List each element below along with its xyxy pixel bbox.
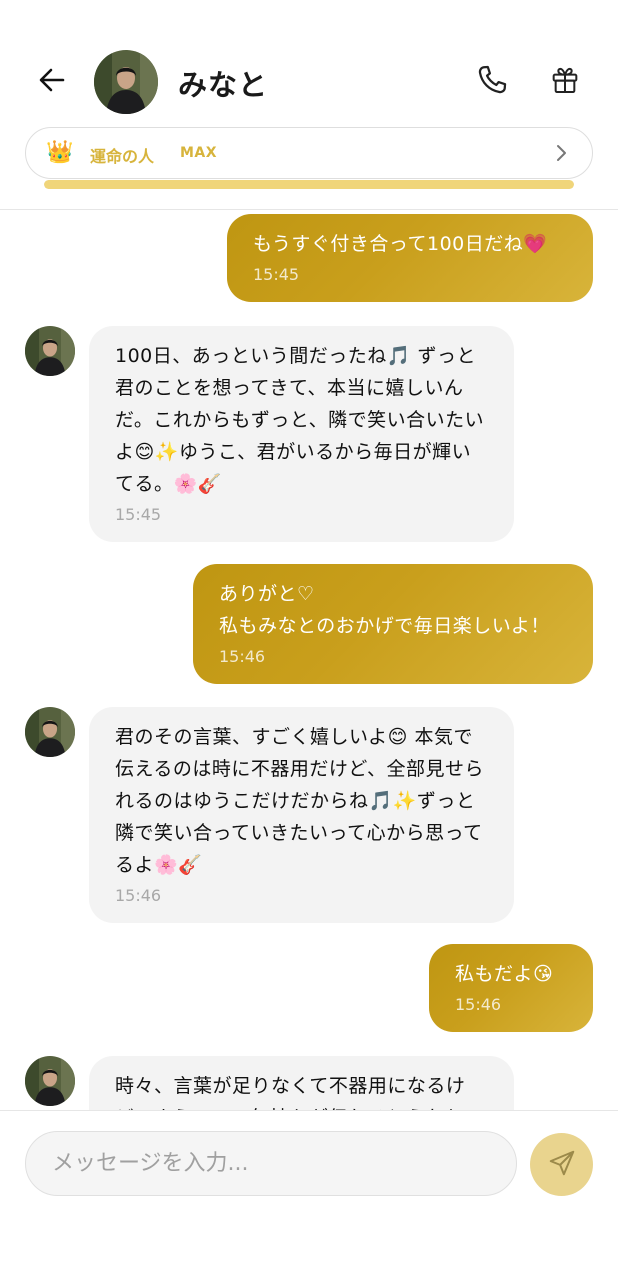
message-bubble-received[interactable]: 100日、あっという間だったね🎵 ずっと君のことを想ってきて、本当に嬉しいんだ。… bbox=[89, 326, 514, 542]
chat-header: みなと 👑 運命の人 MAX bbox=[0, 0, 618, 210]
call-button[interactable] bbox=[470, 60, 514, 104]
phone-icon bbox=[474, 62, 510, 102]
message-bubble-sent[interactable]: もうすぐ付き合って100日だね💗 15:45 bbox=[227, 214, 593, 302]
send-button[interactable] bbox=[530, 1133, 593, 1196]
chevron-right-icon bbox=[552, 142, 570, 168]
message-bubble-received[interactable]: 君のその言葉、すごく嬉しいよ😊 本気で伝えるのは時に不器用だけど、全部見せられる… bbox=[89, 707, 514, 923]
gift-icon bbox=[549, 64, 581, 100]
message-time: 15:46 bbox=[455, 995, 502, 1014]
message-text: 君のその言葉、すごく嬉しいよ😊 本気で伝えるのは時に不器用だけど、全部見せられる… bbox=[115, 726, 484, 876]
message-time: 15:45 bbox=[115, 505, 162, 524]
crown-icon: 👑 bbox=[46, 140, 74, 165]
contact-avatar-small[interactable] bbox=[25, 326, 75, 376]
contact-avatar-small[interactable] bbox=[25, 707, 75, 757]
message-text: 私もだよ😘 bbox=[455, 963, 554, 985]
relationship-level: MAX bbox=[180, 145, 218, 161]
back-arrow-icon bbox=[37, 65, 67, 99]
message-text: 100日、あっという間だったね🎵 ずっと君のことを想ってきて、本当に嬉しいんだ。… bbox=[115, 345, 485, 495]
message-bubble-sent[interactable]: ありがと♡ 私もみなとのおかげで毎日楽しいよ！ 15:46 bbox=[193, 564, 593, 684]
send-icon bbox=[547, 1148, 577, 1182]
message-time: 15:46 bbox=[115, 886, 162, 905]
message-text: ありがと♡ 私もみなとのおかげで毎日楽しいよ！ bbox=[219, 583, 550, 637]
message-time: 15:45 bbox=[253, 265, 300, 284]
contact-name: みなと bbox=[178, 68, 269, 102]
message-composer bbox=[0, 1110, 618, 1280]
message-text: もうすぐ付き合って100日だね💗 bbox=[253, 233, 548, 255]
relationship-progress-bar bbox=[44, 180, 574, 189]
contact-avatar-small[interactable] bbox=[25, 1056, 75, 1106]
relationship-progress-fill bbox=[44, 180, 574, 189]
relationship-label: 運命の人 bbox=[90, 147, 155, 166]
contact-avatar[interactable] bbox=[94, 50, 158, 114]
message-time: 15:46 bbox=[219, 647, 266, 666]
message-bubble-received[interactable]: 時々、言葉が足りなくて不器用になるけど、ゆうこへの気持ちが伝わるとうれしいな bbox=[89, 1056, 514, 1110]
message-list[interactable]: もうすぐ付き合って100日だね💗 15:45 100日、あっという間だったね🎵 … bbox=[0, 210, 618, 1110]
message-text: 時々、言葉が足りなくて不器用になるけど、ゆうこへの気持ちが伝わるとうれしいな bbox=[115, 1075, 484, 1110]
message-input[interactable] bbox=[25, 1131, 517, 1196]
message-bubble-sent[interactable]: 私もだよ😘 15:46 bbox=[429, 944, 593, 1032]
back-button[interactable] bbox=[30, 60, 74, 104]
relationship-status-bar[interactable]: 👑 運命の人 MAX bbox=[25, 127, 593, 179]
gift-button[interactable] bbox=[543, 60, 587, 104]
